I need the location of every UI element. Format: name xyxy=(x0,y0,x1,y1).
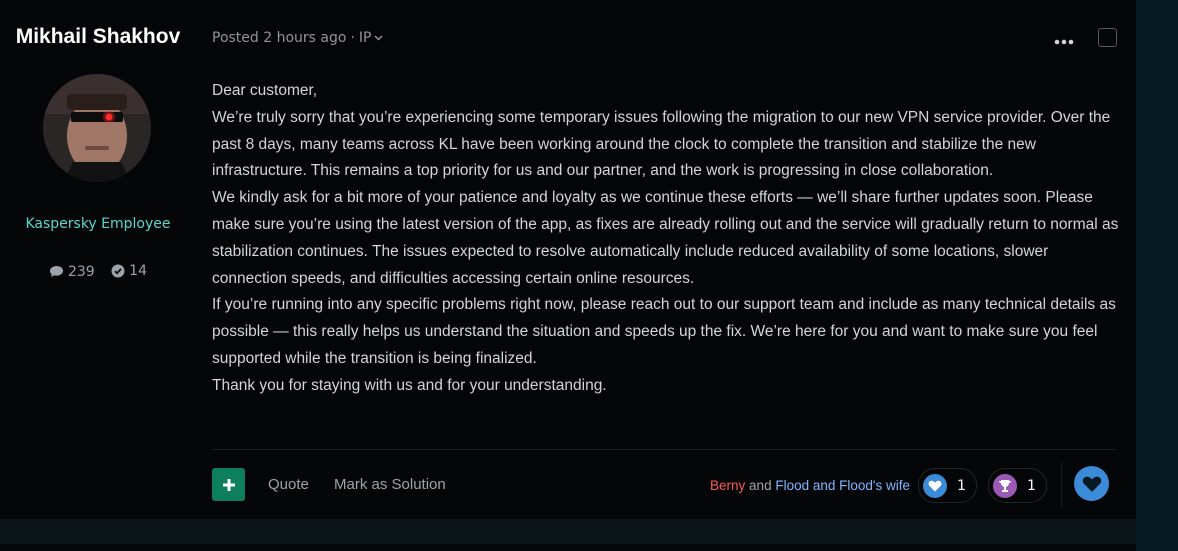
post-content: Dear customer, We’re truly sorry that yo… xyxy=(212,78,1120,400)
author-stats: 239 14 xyxy=(0,263,196,282)
post-footer: Quote Mark as Solution Berny and Flood a… xyxy=(212,462,1116,508)
trophy-count: 1 xyxy=(1027,477,1036,494)
post-paragraph: We’re truly sorry that you’re experienci… xyxy=(212,108,1111,180)
quote-button[interactable]: Quote xyxy=(268,476,309,493)
author-panel: Mikhail Shakhov xyxy=(0,20,196,50)
react-button[interactable] xyxy=(1074,466,1109,501)
ellipsis-icon xyxy=(1054,39,1074,45)
chevron-down-icon xyxy=(374,35,383,41)
footer-divider xyxy=(212,449,1116,450)
meta-separator: · xyxy=(350,30,355,46)
posts-stat[interactable]: 239 xyxy=(49,264,95,280)
ip-dropdown[interactable]: IP xyxy=(359,30,384,46)
post-card: Mikhail Shakhov Kaspersky Employee 239 1… xyxy=(0,0,1136,519)
solutions-stat[interactable]: 14 xyxy=(111,263,147,279)
multi-quote-button[interactable] xyxy=(212,468,245,501)
post-meta: Posted 2 hours ago · IP xyxy=(212,30,383,46)
check-circle-icon xyxy=(111,264,125,278)
ip-label: IP xyxy=(358,30,372,46)
avatar-image xyxy=(43,74,151,182)
heart-icon xyxy=(1082,476,1101,492)
footer-vertical-divider xyxy=(1061,462,1062,508)
avatar[interactable] xyxy=(43,74,151,182)
author-role: Kaspersky Employee xyxy=(25,216,171,232)
post-menu-button[interactable] xyxy=(1054,30,1074,49)
page-background-right xyxy=(1136,0,1178,551)
select-post-checkbox[interactable] xyxy=(1098,28,1117,47)
like-reaction-pill[interactable]: 1 xyxy=(918,468,977,503)
posted-time[interactable]: Posted 2 hours ago xyxy=(212,30,346,46)
solutions-count: 14 xyxy=(129,263,147,279)
reacted-user-link[interactable]: Flood and Flood's wife xyxy=(775,478,910,493)
reacted-and: and xyxy=(749,478,772,493)
heart-icon xyxy=(923,473,947,498)
post-paragraph: Dear customer, xyxy=(212,82,318,99)
reactions-summary: Berny and Flood and Flood's wife xyxy=(710,478,910,493)
plus-icon xyxy=(222,478,235,491)
post-paragraph: If you’re running into any specific prob… xyxy=(212,296,1116,367)
mark-solution-button[interactable]: Mark as Solution xyxy=(334,476,446,493)
post-paragraph: Thank you for staying with us and for yo… xyxy=(212,376,607,394)
author-name[interactable]: Mikhail Shakhov xyxy=(0,24,196,50)
next-post-edge xyxy=(0,544,1136,551)
trophy-reaction-pill[interactable]: 1 xyxy=(988,468,1047,503)
posts-count: 239 xyxy=(67,263,95,280)
comment-icon xyxy=(49,266,63,277)
post-paragraph: We kindly ask for a bit more of your pat… xyxy=(212,189,1119,287)
like-count: 1 xyxy=(957,477,966,494)
trophy-icon xyxy=(993,473,1017,498)
reacted-user-link[interactable]: Berny xyxy=(710,478,745,493)
